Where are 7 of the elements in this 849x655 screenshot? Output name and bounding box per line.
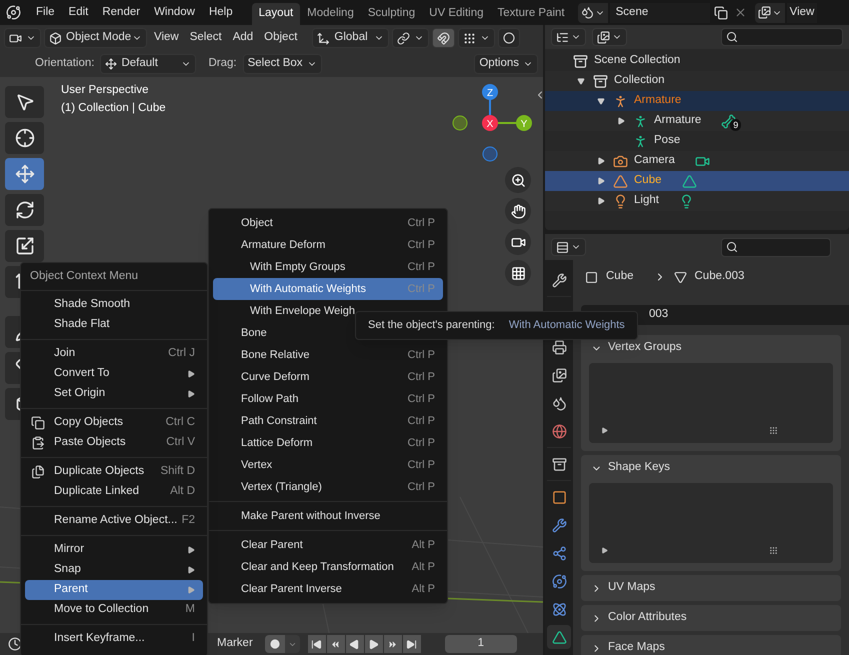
viewport-info-text: User Perspective xyxy=(61,83,150,98)
field-label: Orientation: xyxy=(35,56,94,72)
field-label: Drag: xyxy=(208,56,237,72)
menu-title: Object Context Menu xyxy=(30,268,138,284)
tooltip-text: Set the object's parenting: xyxy=(368,318,495,334)
count-badge: 9 xyxy=(730,118,742,130)
viewport-info-text: (1) Collection | Cube xyxy=(61,101,166,116)
